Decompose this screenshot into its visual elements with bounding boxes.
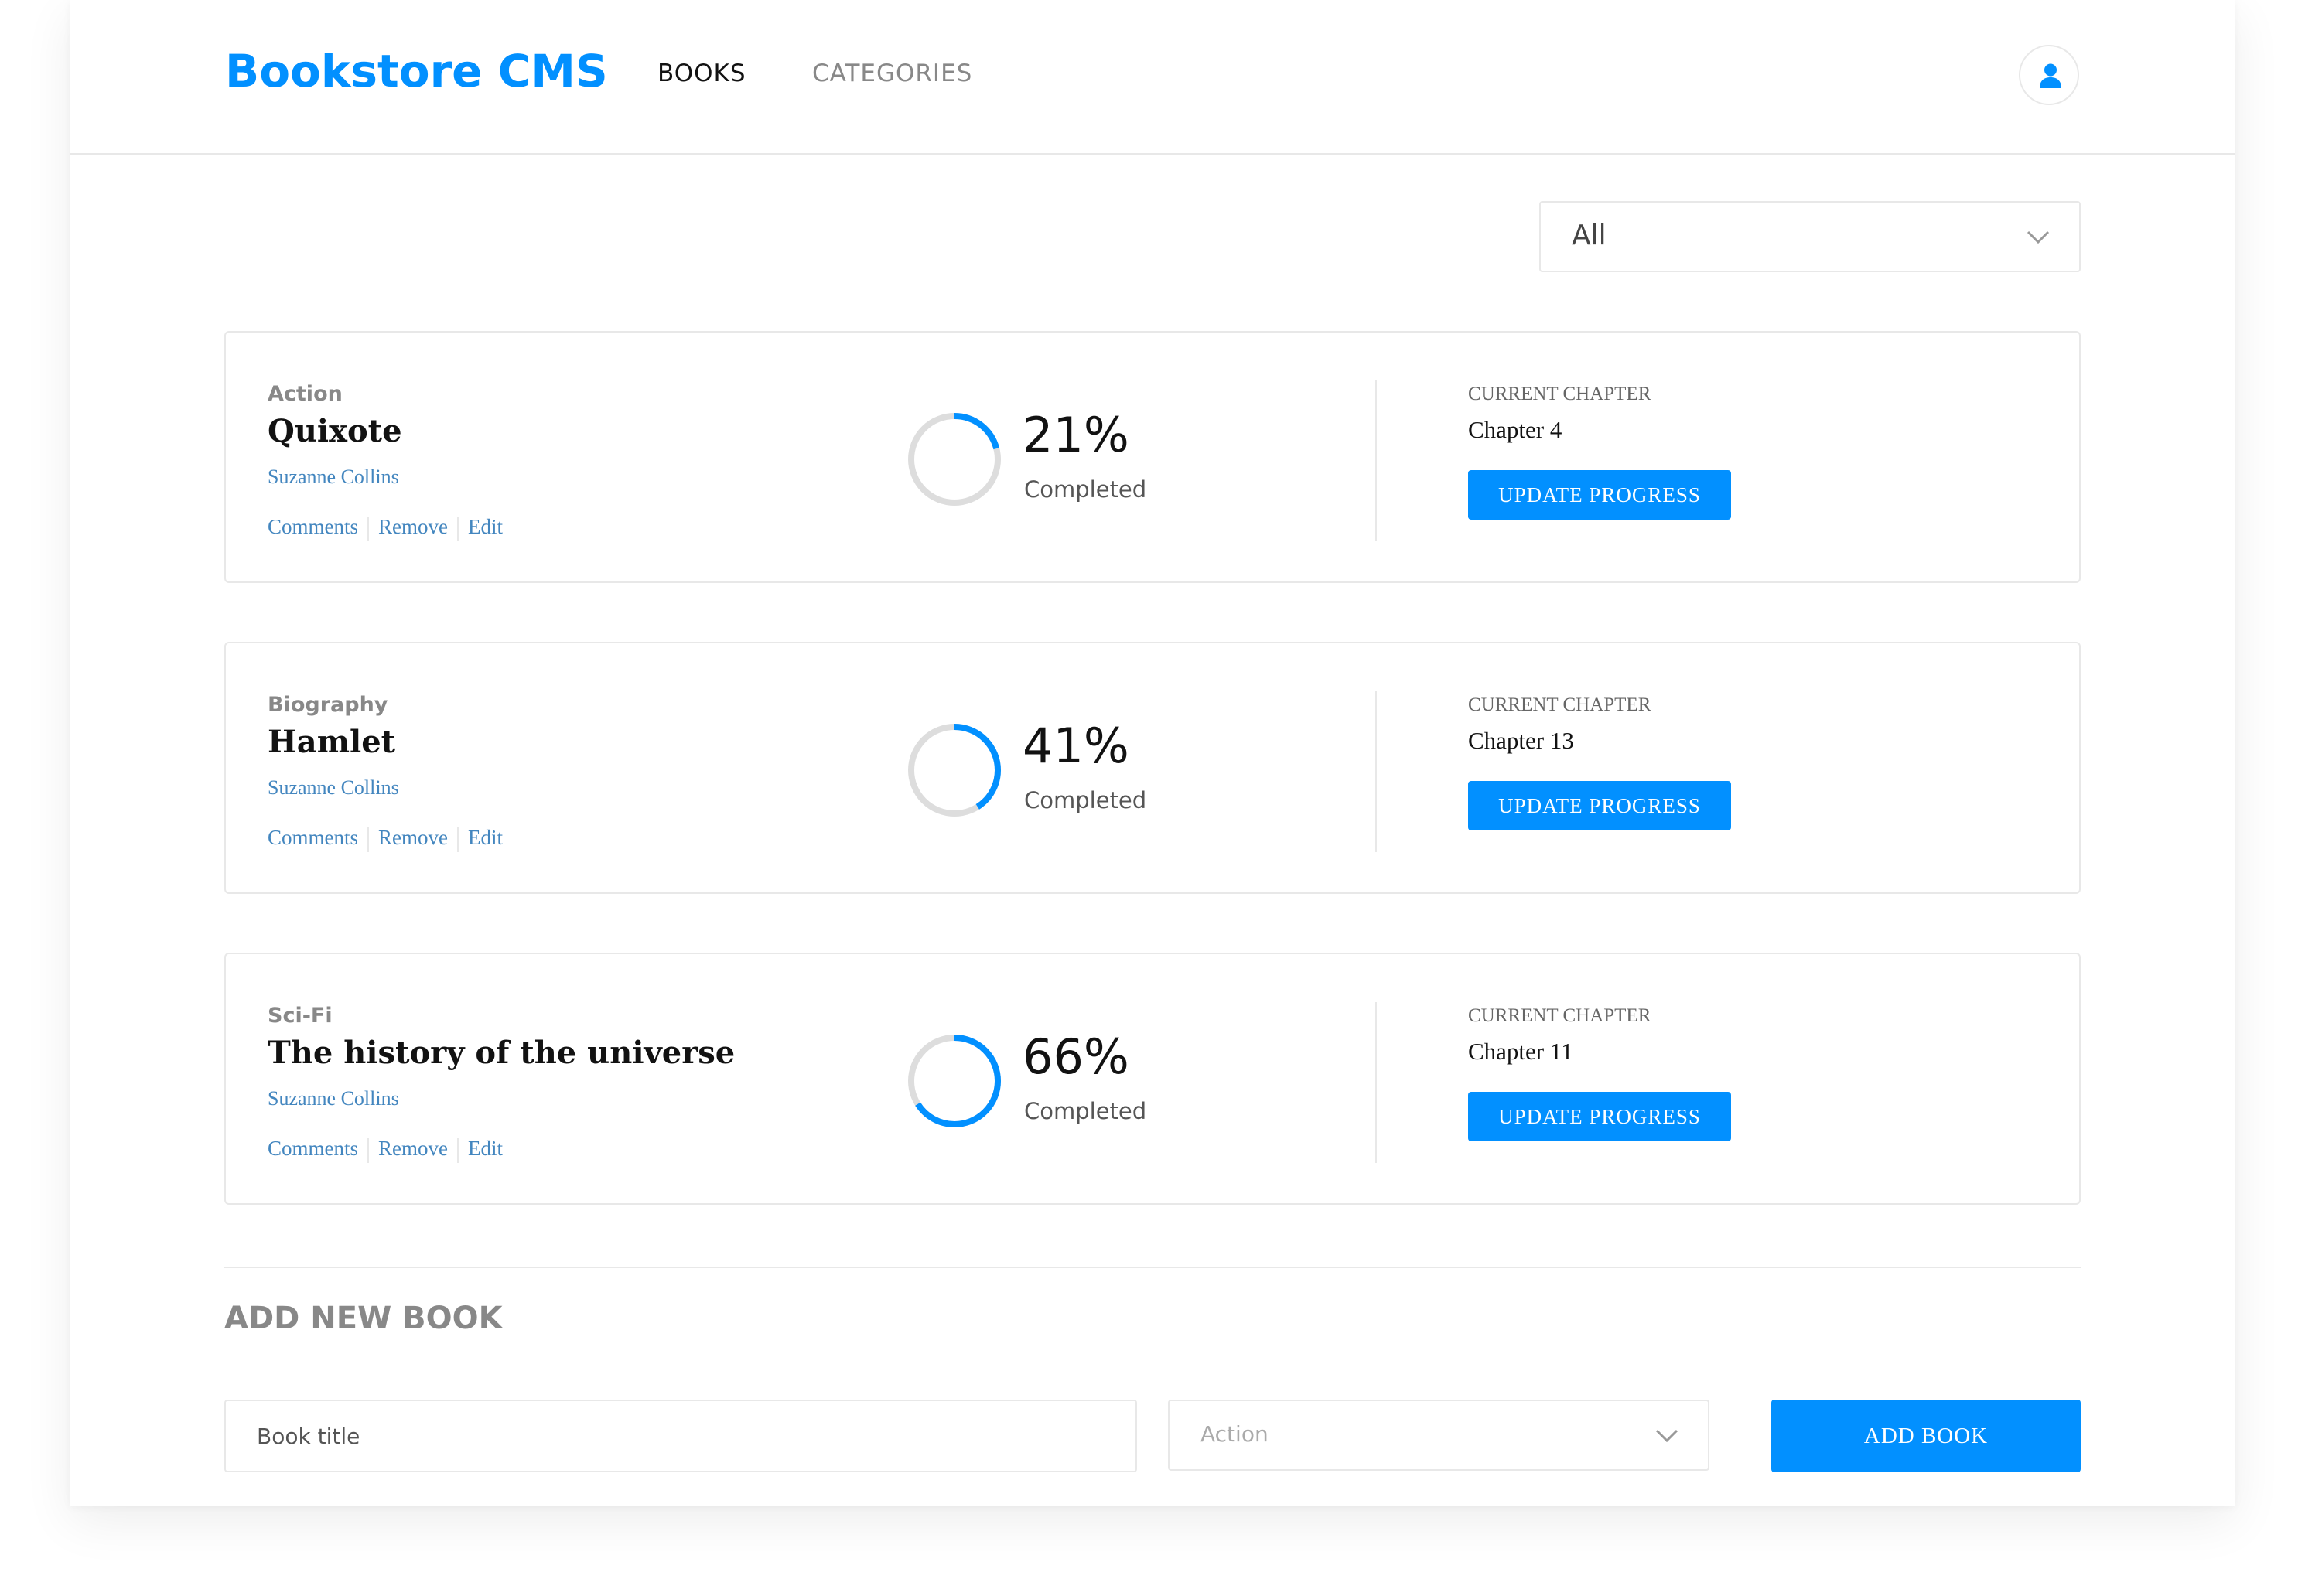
chevron-down-icon xyxy=(1655,1429,1678,1443)
card-divider xyxy=(1375,691,1377,852)
comments-button[interactable]: Comments xyxy=(268,1137,358,1161)
current-chapter-value: Chapter 13 xyxy=(1468,727,1574,754)
book-genre: Action xyxy=(268,382,343,406)
user-icon xyxy=(2040,63,2061,88)
edit-button[interactable]: Edit xyxy=(468,1137,503,1161)
chevron-down-icon xyxy=(2027,230,2050,244)
user-avatar-button[interactable] xyxy=(2019,45,2079,105)
book-author[interactable]: Suzanne Collins xyxy=(268,1087,399,1110)
book-author[interactable]: Suzanne Collins xyxy=(268,466,399,489)
book-card: Action Quixote Suzanne Collins Comments R… xyxy=(224,331,2081,583)
form-divider xyxy=(224,1267,2081,1268)
book-title: Hamlet xyxy=(268,724,396,760)
book-title: The history of the universe xyxy=(268,1035,736,1071)
action-divider xyxy=(457,827,459,852)
edit-button[interactable]: Edit xyxy=(468,826,503,850)
progress-percent: 21% xyxy=(1023,407,1129,463)
update-progress-button[interactable]: UPDATE PROGRESS xyxy=(1468,1092,1731,1141)
book-title: Quixote xyxy=(268,413,402,449)
action-divider xyxy=(457,1137,459,1163)
current-chapter-value: Chapter 4 xyxy=(1468,416,1562,443)
progress-completed-label: Completed xyxy=(1024,1098,1147,1124)
action-divider xyxy=(457,516,459,541)
comments-button[interactable]: Comments xyxy=(268,515,358,539)
book-card: Biography Hamlet Suzanne Collins Comment… xyxy=(224,642,2081,894)
progress-completed-label: Completed xyxy=(1024,787,1147,813)
remove-button[interactable]: Remove xyxy=(378,1137,448,1161)
remove-button[interactable]: Remove xyxy=(378,515,448,539)
card-divider xyxy=(1375,1002,1377,1163)
add-book-button[interactable]: ADD BOOK xyxy=(1771,1400,2081,1472)
book-actions: Comments Remove Edit xyxy=(268,826,503,852)
progress-percent: 41% xyxy=(1023,718,1129,774)
progress-ring xyxy=(908,1035,1001,1127)
card-divider xyxy=(1375,380,1377,541)
book-author[interactable]: Suzanne Collins xyxy=(268,776,399,800)
brand-logo[interactable]: Bookstore CMS xyxy=(225,45,608,97)
book-title-input[interactable] xyxy=(224,1400,1137,1472)
category-filter-select[interactable]: All xyxy=(1539,201,2081,272)
progress-ring xyxy=(908,413,1001,506)
progress-ring xyxy=(908,724,1001,817)
add-book-heading: ADD NEW BOOK xyxy=(224,1301,503,1336)
edit-button[interactable]: Edit xyxy=(468,515,503,539)
action-divider xyxy=(367,827,370,852)
progress-percent: 66% xyxy=(1023,1028,1129,1085)
current-chapter-label: CURRENT CHAPTER xyxy=(1468,1005,1651,1026)
nav-books[interactable]: BOOKS xyxy=(657,60,746,87)
book-card: Sci-Fi The history of the universe Suzan… xyxy=(224,953,2081,1205)
book-genre: Sci-Fi xyxy=(268,1004,333,1028)
book-category-select[interactable]: Action xyxy=(1168,1400,1709,1471)
book-genre: Biography xyxy=(268,693,388,717)
current-chapter-value: Chapter 11 xyxy=(1468,1038,1573,1065)
comments-button[interactable]: Comments xyxy=(268,826,358,850)
category-filter-value: All xyxy=(1572,220,1607,251)
current-chapter-label: CURRENT CHAPTER xyxy=(1468,384,1651,404)
nav-categories[interactable]: CATEGORIES xyxy=(812,60,972,87)
progress-completed-label: Completed xyxy=(1024,476,1147,503)
action-divider xyxy=(367,1137,370,1163)
remove-button[interactable]: Remove xyxy=(378,826,448,850)
action-divider xyxy=(367,516,370,541)
book-category-value: Action xyxy=(1200,1421,1269,1447)
header: Bookstore CMS BOOKS CATEGORIES xyxy=(70,0,2235,155)
update-progress-button[interactable]: UPDATE PROGRESS xyxy=(1468,781,1731,830)
book-actions: Comments Remove Edit xyxy=(268,1137,503,1163)
book-actions: Comments Remove Edit xyxy=(268,515,503,541)
app-panel: Bookstore CMS BOOKS CATEGORIES All Actio… xyxy=(70,0,2235,1506)
update-progress-button[interactable]: UPDATE PROGRESS xyxy=(1468,470,1731,520)
current-chapter-label: CURRENT CHAPTER xyxy=(1468,694,1651,715)
